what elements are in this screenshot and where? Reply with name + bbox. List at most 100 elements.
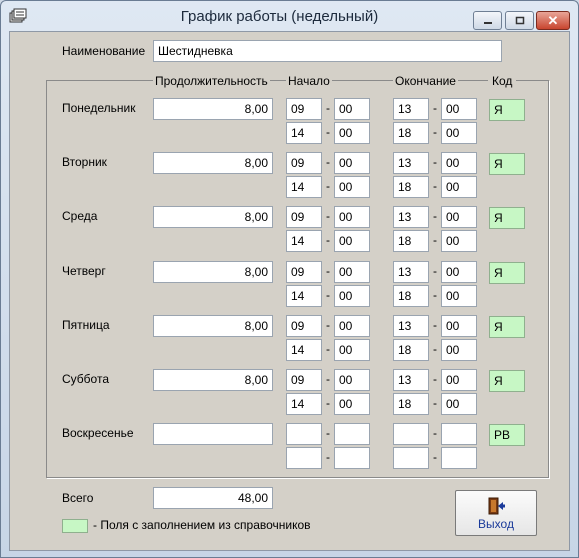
window: График работы (недельный) ✕ Наименование…: [0, 0, 579, 558]
name-label: Наименование: [62, 44, 146, 58]
dash-separator: -: [326, 101, 330, 115]
header-duration: Продолжительность: [153, 74, 270, 88]
end-minute-field[interactable]: 00: [441, 230, 477, 252]
end-minute-field[interactable]: 00: [441, 369, 477, 391]
end-hour-field[interactable]: 18: [393, 230, 429, 252]
dash-separator: -: [433, 342, 437, 356]
end-hour-field[interactable]: [393, 423, 429, 445]
name-field[interactable]: Шестидневка: [153, 40, 502, 62]
start-minute-field[interactable]: 00: [334, 152, 370, 174]
duration-field[interactable]: 8,00: [153, 261, 273, 283]
exit-button[interactable]: Выход: [455, 490, 537, 536]
day-code-field[interactable]: Я: [489, 262, 525, 284]
close-icon: ✕: [547, 12, 559, 28]
end-hour-field[interactable]: 13: [393, 152, 429, 174]
start-minute-field[interactable]: 00: [334, 230, 370, 252]
end-hour-field[interactable]: 13: [393, 98, 429, 120]
total-label: Всего: [62, 491, 94, 505]
maximize-icon: [515, 16, 524, 25]
end-minute-field[interactable]: 00: [441, 152, 477, 174]
end-hour-field[interactable]: 13: [393, 206, 429, 228]
start-minute-field[interactable]: 00: [334, 261, 370, 283]
duration-field[interactable]: [153, 423, 273, 445]
start-minute-field[interactable]: 00: [334, 206, 370, 228]
start-hour-field[interactable]: 09: [286, 98, 322, 120]
dash-separator: -: [433, 101, 437, 115]
start-minute-field[interactable]: 00: [334, 315, 370, 337]
start-minute-field[interactable]: 00: [334, 176, 370, 198]
end-hour-field[interactable]: 13: [393, 369, 429, 391]
dash-separator: -: [433, 396, 437, 410]
dash-separator: -: [433, 264, 437, 278]
start-minute-field[interactable]: [334, 447, 370, 469]
minimize-button[interactable]: [473, 11, 502, 30]
end-minute-field[interactable]: [441, 423, 477, 445]
day-label: Среда: [62, 209, 98, 223]
end-minute-field[interactable]: 00: [441, 315, 477, 337]
day-code-field[interactable]: Я: [489, 370, 525, 392]
dash-separator: -: [326, 125, 330, 139]
duration-field[interactable]: 8,00: [153, 369, 273, 391]
end-hour-field[interactable]: 18: [393, 285, 429, 307]
end-minute-field[interactable]: 00: [441, 393, 477, 415]
dash-separator: -: [326, 155, 330, 169]
end-minute-field[interactable]: 00: [441, 285, 477, 307]
end-minute-field[interactable]: 00: [441, 176, 477, 198]
end-minute-field[interactable]: 00: [441, 206, 477, 228]
end-minute-field[interactable]: 00: [441, 261, 477, 283]
start-hour-field[interactable]: [286, 447, 322, 469]
day-code-field[interactable]: Я: [489, 99, 525, 121]
dash-separator: -: [433, 318, 437, 332]
end-minute-field[interactable]: [441, 447, 477, 469]
start-hour-field[interactable]: 09: [286, 152, 322, 174]
start-hour-field[interactable]: 09: [286, 261, 322, 283]
start-hour-field[interactable]: 14: [286, 393, 322, 415]
start-hour-field[interactable]: 14: [286, 176, 322, 198]
end-hour-field[interactable]: 18: [393, 393, 429, 415]
end-minute-field[interactable]: 00: [441, 339, 477, 361]
dash-separator: -: [433, 125, 437, 139]
end-hour-field[interactable]: 18: [393, 339, 429, 361]
day-code-field[interactable]: Я: [489, 316, 525, 338]
end-minute-field[interactable]: 00: [441, 98, 477, 120]
start-hour-field[interactable]: 14: [286, 339, 322, 361]
start-hour-field[interactable]: 14: [286, 122, 322, 144]
close-button[interactable]: ✕: [536, 11, 570, 30]
duration-field[interactable]: 8,00: [153, 152, 273, 174]
duration-field[interactable]: 8,00: [153, 315, 273, 337]
dash-separator: -: [433, 233, 437, 247]
start-minute-field[interactable]: 00: [334, 339, 370, 361]
exit-label: Выход: [478, 517, 514, 531]
day-code-field[interactable]: Я: [489, 207, 525, 229]
duration-field[interactable]: 8,00: [153, 206, 273, 228]
end-hour-field[interactable]: 13: [393, 261, 429, 283]
duration-field[interactable]: 8,00: [153, 98, 273, 120]
end-minute-field[interactable]: 00: [441, 122, 477, 144]
day-code-field[interactable]: Я: [489, 153, 525, 175]
maximize-button[interactable]: [505, 11, 534, 30]
end-hour-field[interactable]: [393, 447, 429, 469]
start-minute-field[interactable]: 00: [334, 122, 370, 144]
title-bar[interactable]: График работы (недельный) ✕: [1, 1, 578, 31]
start-hour-field[interactable]: 09: [286, 206, 322, 228]
start-hour-field[interactable]: 09: [286, 369, 322, 391]
end-hour-field[interactable]: 18: [393, 176, 429, 198]
end-hour-field[interactable]: 13: [393, 315, 429, 337]
header-start: Начало: [286, 74, 332, 88]
start-hour-field[interactable]: 14: [286, 285, 322, 307]
dash-separator: -: [326, 264, 330, 278]
start-minute-field[interactable]: 00: [334, 393, 370, 415]
start-hour-field[interactable]: 14: [286, 230, 322, 252]
dash-separator: -: [326, 288, 330, 302]
dash-separator: -: [326, 318, 330, 332]
start-minute-field[interactable]: 00: [334, 285, 370, 307]
end-hour-field[interactable]: 18: [393, 122, 429, 144]
day-code-field[interactable]: РВ: [489, 424, 525, 446]
start-hour-field[interactable]: [286, 423, 322, 445]
day-label: Понедельник: [62, 101, 136, 115]
start-minute-field[interactable]: [334, 423, 370, 445]
start-hour-field[interactable]: 09: [286, 315, 322, 337]
start-minute-field[interactable]: 00: [334, 369, 370, 391]
start-minute-field[interactable]: 00: [334, 98, 370, 120]
legend-text: - Поля с заполнением из справочников: [93, 518, 311, 532]
